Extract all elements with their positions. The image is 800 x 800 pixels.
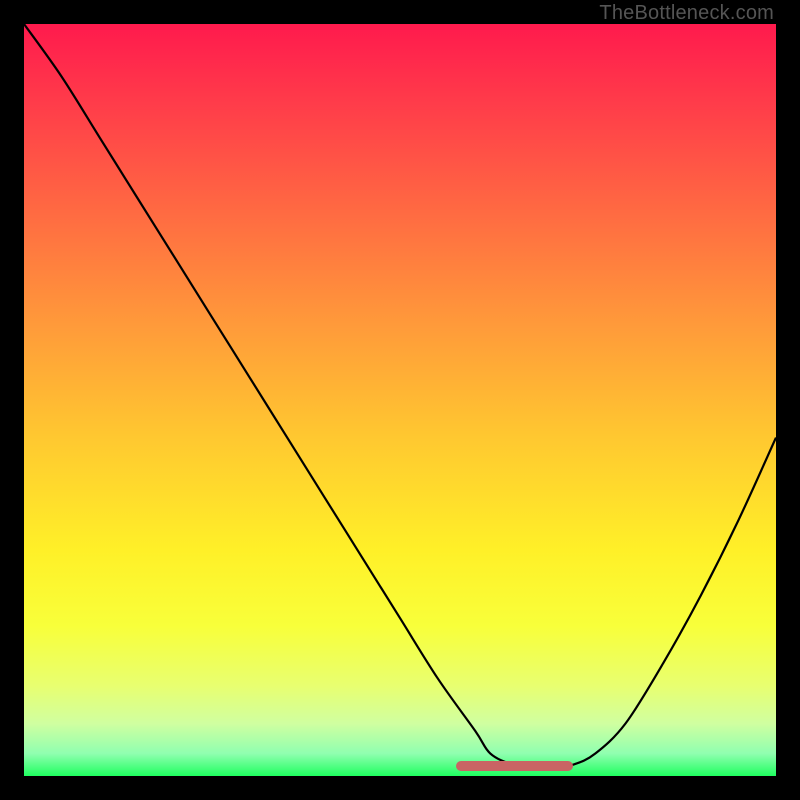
- bottleneck-curve: [24, 24, 776, 776]
- attribution-label: TheBottleneck.com: [599, 2, 774, 25]
- optimal-range-marker: [456, 761, 573, 771]
- chart-area: [24, 24, 776, 776]
